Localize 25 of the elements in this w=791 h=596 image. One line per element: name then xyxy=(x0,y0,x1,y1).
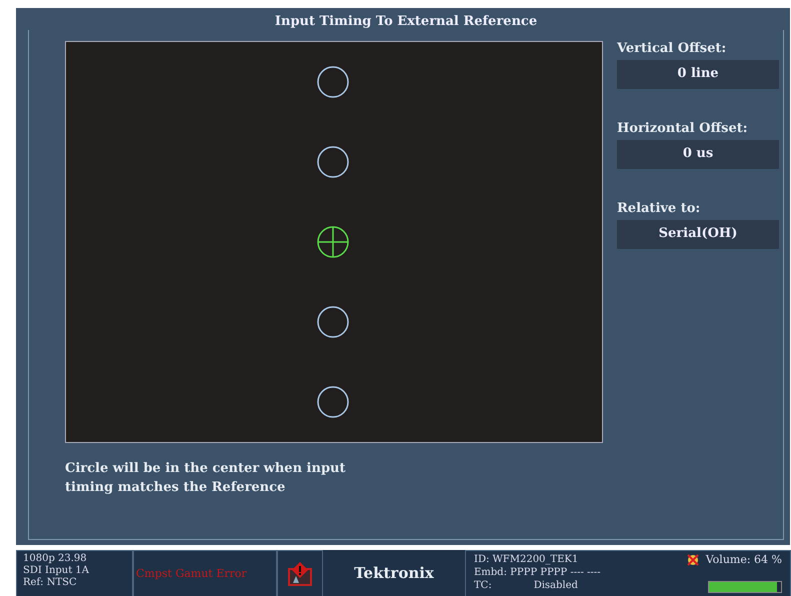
signal-info: Ref: NTSC xyxy=(23,577,78,589)
reference-circle xyxy=(317,146,349,178)
brand-logo: Tektronix xyxy=(354,564,434,582)
field-value: 0 line xyxy=(617,60,779,89)
warning-icon xyxy=(287,560,313,586)
timecode-value: Disabled xyxy=(534,580,578,592)
field-label: Vertical Offset: xyxy=(617,41,728,56)
reference-circle xyxy=(317,306,349,338)
volume-label: Volume: 64 % xyxy=(706,554,782,566)
error-text: Cmpst Gamut Error xyxy=(136,567,247,580)
field-value: 0 us xyxy=(617,140,779,169)
signal-info: 1080p 23.98 xyxy=(23,553,88,565)
reference-circle xyxy=(317,66,349,98)
reference-circle xyxy=(317,386,349,418)
embedded-audio: Embd: PPPP PPPP ---- ---- xyxy=(474,567,602,579)
muted-speaker-icon xyxy=(686,553,700,567)
field-value: Serial(OH) xyxy=(617,220,779,249)
input-crosshair xyxy=(317,226,349,258)
field-label: Relative to: xyxy=(617,201,702,216)
signal-info: SDI Input 1A xyxy=(23,565,90,577)
device-id: ID: WFM2200_TEK1 xyxy=(474,554,578,566)
panel-title: Input Timing To External Reference xyxy=(274,14,538,29)
timecode-label: TC: xyxy=(474,580,492,592)
hint-text: Circle will be in the center when input timing matches the Reference xyxy=(65,460,346,497)
field-label: Horizontal Offset: xyxy=(617,121,749,136)
